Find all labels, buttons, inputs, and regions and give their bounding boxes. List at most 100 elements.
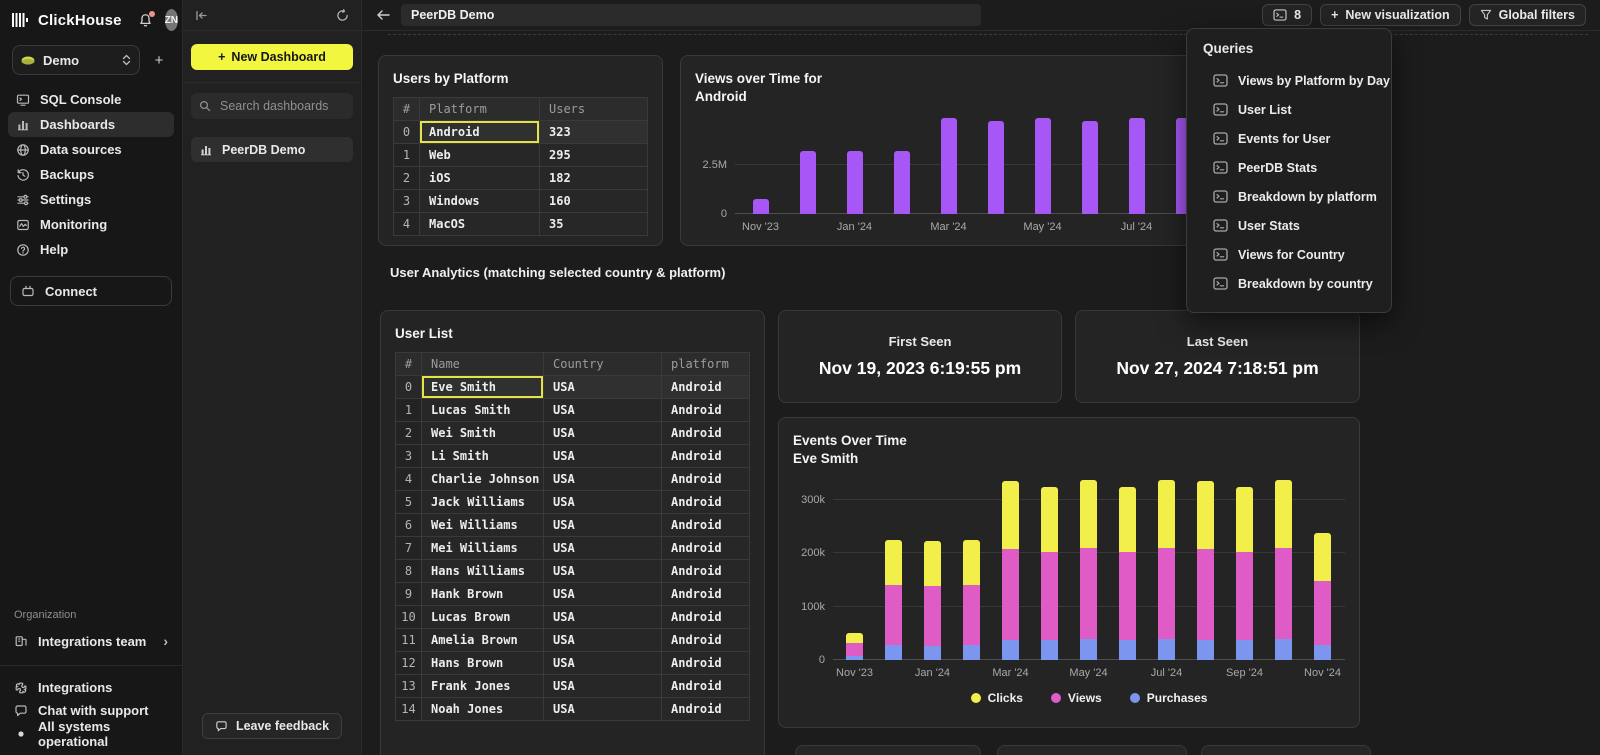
table-cell[interactable]: Android [662,537,750,560]
table-cell[interactable]: 35 [540,213,648,236]
row-index-cell[interactable]: 12 [396,652,422,675]
query-item-events-for-user[interactable]: Events for User [1203,124,1375,153]
table-cell[interactable]: USA [544,514,662,537]
table-cell[interactable]: Hans Williams [422,560,544,583]
leave-feedback-button[interactable]: Leave feedback [202,713,342,739]
table-row[interactable]: 9Hank BrownUSAAndroid [396,583,750,606]
bar-dec-23[interactable] [800,151,816,214]
bar-nov-24[interactable] [1314,533,1331,660]
table-cell[interactable]: Android [662,399,750,422]
table-cell[interactable]: USA [544,583,662,606]
table-cell[interactable]: Android [420,121,540,144]
table-row[interactable]: 8Hans WilliamsUSAAndroid [396,560,750,583]
table-row[interactable]: 1Web295 [394,144,648,167]
table-cell[interactable]: Android [662,422,750,445]
row-index-cell[interactable]: 3 [394,190,420,213]
table-row[interactable]: 3Windows160 [394,190,648,213]
table-cell[interactable]: Android [662,445,750,468]
table-cell[interactable]: Android [662,491,750,514]
table-cell[interactable]: Android [662,698,750,721]
table-cell[interactable]: Android [662,629,750,652]
query-item-views-by-platform-by-day[interactable]: Views by Platform by Day [1203,66,1375,95]
row-index-cell[interactable]: 4 [394,213,420,236]
table-cell[interactable]: USA [544,376,662,399]
connect-button[interactable]: Connect [10,276,172,306]
table-cell[interactable]: 323 [540,121,648,144]
table-cell[interactable]: Windows [420,190,540,213]
table-cell[interactable]: USA [544,422,662,445]
sidebar-item-integrations-team[interactable]: Integrations team › [0,629,182,653]
table-cell[interactable]: Li Smith [422,445,544,468]
table-row[interactable]: 7Mei WilliamsUSAAndroid [396,537,750,560]
new-dashboard-button[interactable]: + New Dashboard [191,44,353,70]
table-cell[interactable]: Lucas Smith [422,399,544,422]
table-cell[interactable]: Android [662,652,750,675]
table-cell[interactable]: Amelia Brown [422,629,544,652]
dashboard-title-input[interactable]: PeerDB Demo [401,4,981,26]
row-index-cell[interactable]: 6 [396,514,422,537]
new-visualization-button[interactable]: + New visualization [1320,4,1461,26]
table-cell[interactable]: 160 [540,190,648,213]
bar-mar-24[interactable] [941,118,957,214]
row-index-cell[interactable]: 13 [396,675,422,698]
row-index-cell[interactable]: 7 [396,537,422,560]
bar-feb-24[interactable] [963,540,980,660]
table-row[interactable]: 13Frank JonesUSAAndroid [396,675,750,698]
table-cell[interactable]: Lucas Brown [422,606,544,629]
table-cell[interactable]: Eve Smith [422,376,544,399]
table-cell[interactable]: USA [544,675,662,698]
bar-aug-24[interactable] [1197,481,1214,660]
legend-item-views[interactable]: Views [1051,691,1102,705]
table-cell[interactable]: 295 [540,144,648,167]
row-index-cell[interactable]: 11 [396,629,422,652]
row-index-cell[interactable]: 9 [396,583,422,606]
bar-nov-23[interactable] [753,199,769,214]
table-cell[interactable]: USA [544,491,662,514]
dashboard-list-item-peerdb-demo[interactable]: PeerDB Demo [191,137,353,162]
search-dashboards-input[interactable] [218,98,345,114]
sidebar-item-dashboards[interactable]: Dashboards [8,112,174,137]
row-index-cell[interactable]: 8 [396,560,422,583]
sidebar-item-settings[interactable]: Settings [8,187,174,212]
table-cell[interactable]: USA [544,652,662,675]
query-item-views-for-country[interactable]: Views for Country [1203,240,1375,269]
sidebar-item-integrations[interactable]: Integrations [0,676,182,699]
add-service-button[interactable]: + [148,52,170,69]
legend-item-clicks[interactable]: Clicks [971,691,1023,705]
bar-feb-24[interactable] [894,151,910,214]
sidebar-item-backups[interactable]: Backups [8,162,174,187]
collapse-sidebar-icon[interactable] [195,9,208,22]
table-row[interactable]: 14Noah JonesUSAAndroid [396,698,750,721]
query-item-user-list[interactable]: User List [1203,95,1375,124]
table-row[interactable]: 12Hans BrownUSAAndroid [396,652,750,675]
sidebar-item-help[interactable]: Help [8,237,174,262]
table-cell[interactable]: Jack Williams [422,491,544,514]
table-cell[interactable]: Noah Jones [422,698,544,721]
back-arrow-icon[interactable] [376,9,391,21]
bar-jun-24[interactable] [1119,487,1136,660]
table-row[interactable]: 11Amelia BrownUSAAndroid [396,629,750,652]
query-item-breakdown-by-country[interactable]: Breakdown by country [1203,269,1375,298]
bar-nov-23[interactable] [846,633,863,660]
notifications-bell-icon[interactable] [138,13,153,28]
table-row[interactable]: 1Lucas SmithUSAAndroid [396,399,750,422]
bar-oct-24[interactable] [1275,480,1292,660]
row-index-cell[interactable]: 4 [396,468,422,491]
table-cell[interactable]: USA [544,468,662,491]
row-index-cell[interactable]: 1 [394,144,420,167]
table-cell[interactable]: USA [544,445,662,468]
row-index-cell[interactable]: 1 [396,399,422,422]
table-cell[interactable]: USA [544,560,662,583]
table-row[interactable]: 4MacOS35 [394,213,648,236]
row-index-cell[interactable]: 10 [396,606,422,629]
bar-sep-24[interactable] [1236,487,1253,660]
bar-may-24[interactable] [1035,118,1051,214]
queries-count-button[interactable]: 8 [1262,4,1312,26]
table-cell[interactable]: USA [544,629,662,652]
table-row[interactable]: 10Lucas BrownUSAAndroid [396,606,750,629]
avatar[interactable]: ZN [165,9,178,31]
bar-jul-24[interactable] [1129,118,1145,214]
table-row[interactable]: 5Jack WilliamsUSAAndroid [396,491,750,514]
refresh-icon[interactable] [336,9,349,22]
table-cell[interactable]: Frank Jones [422,675,544,698]
